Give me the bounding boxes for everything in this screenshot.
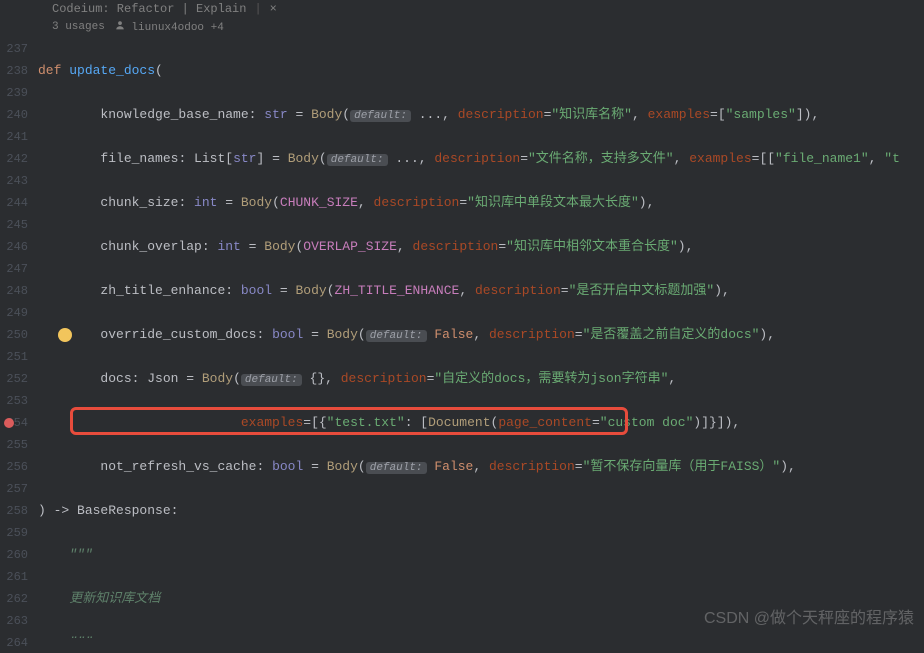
codeium-actions[interactable]: Codeium: Refactor | Explain <box>52 2 246 16</box>
line-number: 251 <box>0 346 28 368</box>
line-number: 253 <box>0 390 28 412</box>
line-number: 238 <box>0 60 28 82</box>
line-number: 241 <box>0 126 28 148</box>
line-number: 264 <box>0 632 28 653</box>
line-number: 245 <box>0 214 28 236</box>
line-number: 246 <box>0 236 28 258</box>
line-number: 244 <box>0 192 28 214</box>
lightbulb-icon[interactable] <box>58 328 72 342</box>
line-number: 248 <box>0 280 28 302</box>
line-number: 243 <box>0 170 28 192</box>
usages-count[interactable]: 3 usages <box>52 21 105 33</box>
code-editor[interactable]: 2372382392402412422432442452462472482492… <box>0 38 924 638</box>
line-number: 250 <box>0 324 28 346</box>
breakpoint-icon[interactable] <box>4 418 14 428</box>
person-icon <box>115 20 125 30</box>
line-number: 257 <box>0 478 28 500</box>
line-number: 242 <box>0 148 28 170</box>
line-number: 258 <box>0 500 28 522</box>
line-gutter: 2372382392402412422432442452462472482492… <box>0 38 38 638</box>
code-area[interactable]: def update_docs( knowledge_base_name: st… <box>38 38 924 638</box>
line-number: 252 <box>0 368 28 390</box>
close-icon[interactable]: × <box>270 2 277 16</box>
line-number: 240 <box>0 104 28 126</box>
line-number: 247 <box>0 258 28 280</box>
meta-bar: 3 usages liunux4odoo +4 <box>0 18 924 38</box>
line-number: 261 <box>0 566 28 588</box>
line-number: 239 <box>0 82 28 104</box>
codeium-bar: Codeium: Refactor | Explain | × <box>0 0 924 18</box>
line-number: 237 <box>0 38 28 60</box>
line-number: 256 <box>0 456 28 478</box>
line-number: 259 <box>0 522 28 544</box>
line-number: 263 <box>0 610 28 632</box>
line-number: 255 <box>0 434 28 456</box>
line-number: 260 <box>0 544 28 566</box>
author-info[interactable]: liunux4odoo +4 <box>115 20 224 34</box>
tab-separator: | <box>254 2 261 16</box>
line-number: 262 <box>0 588 28 610</box>
line-number: 249 <box>0 302 28 324</box>
